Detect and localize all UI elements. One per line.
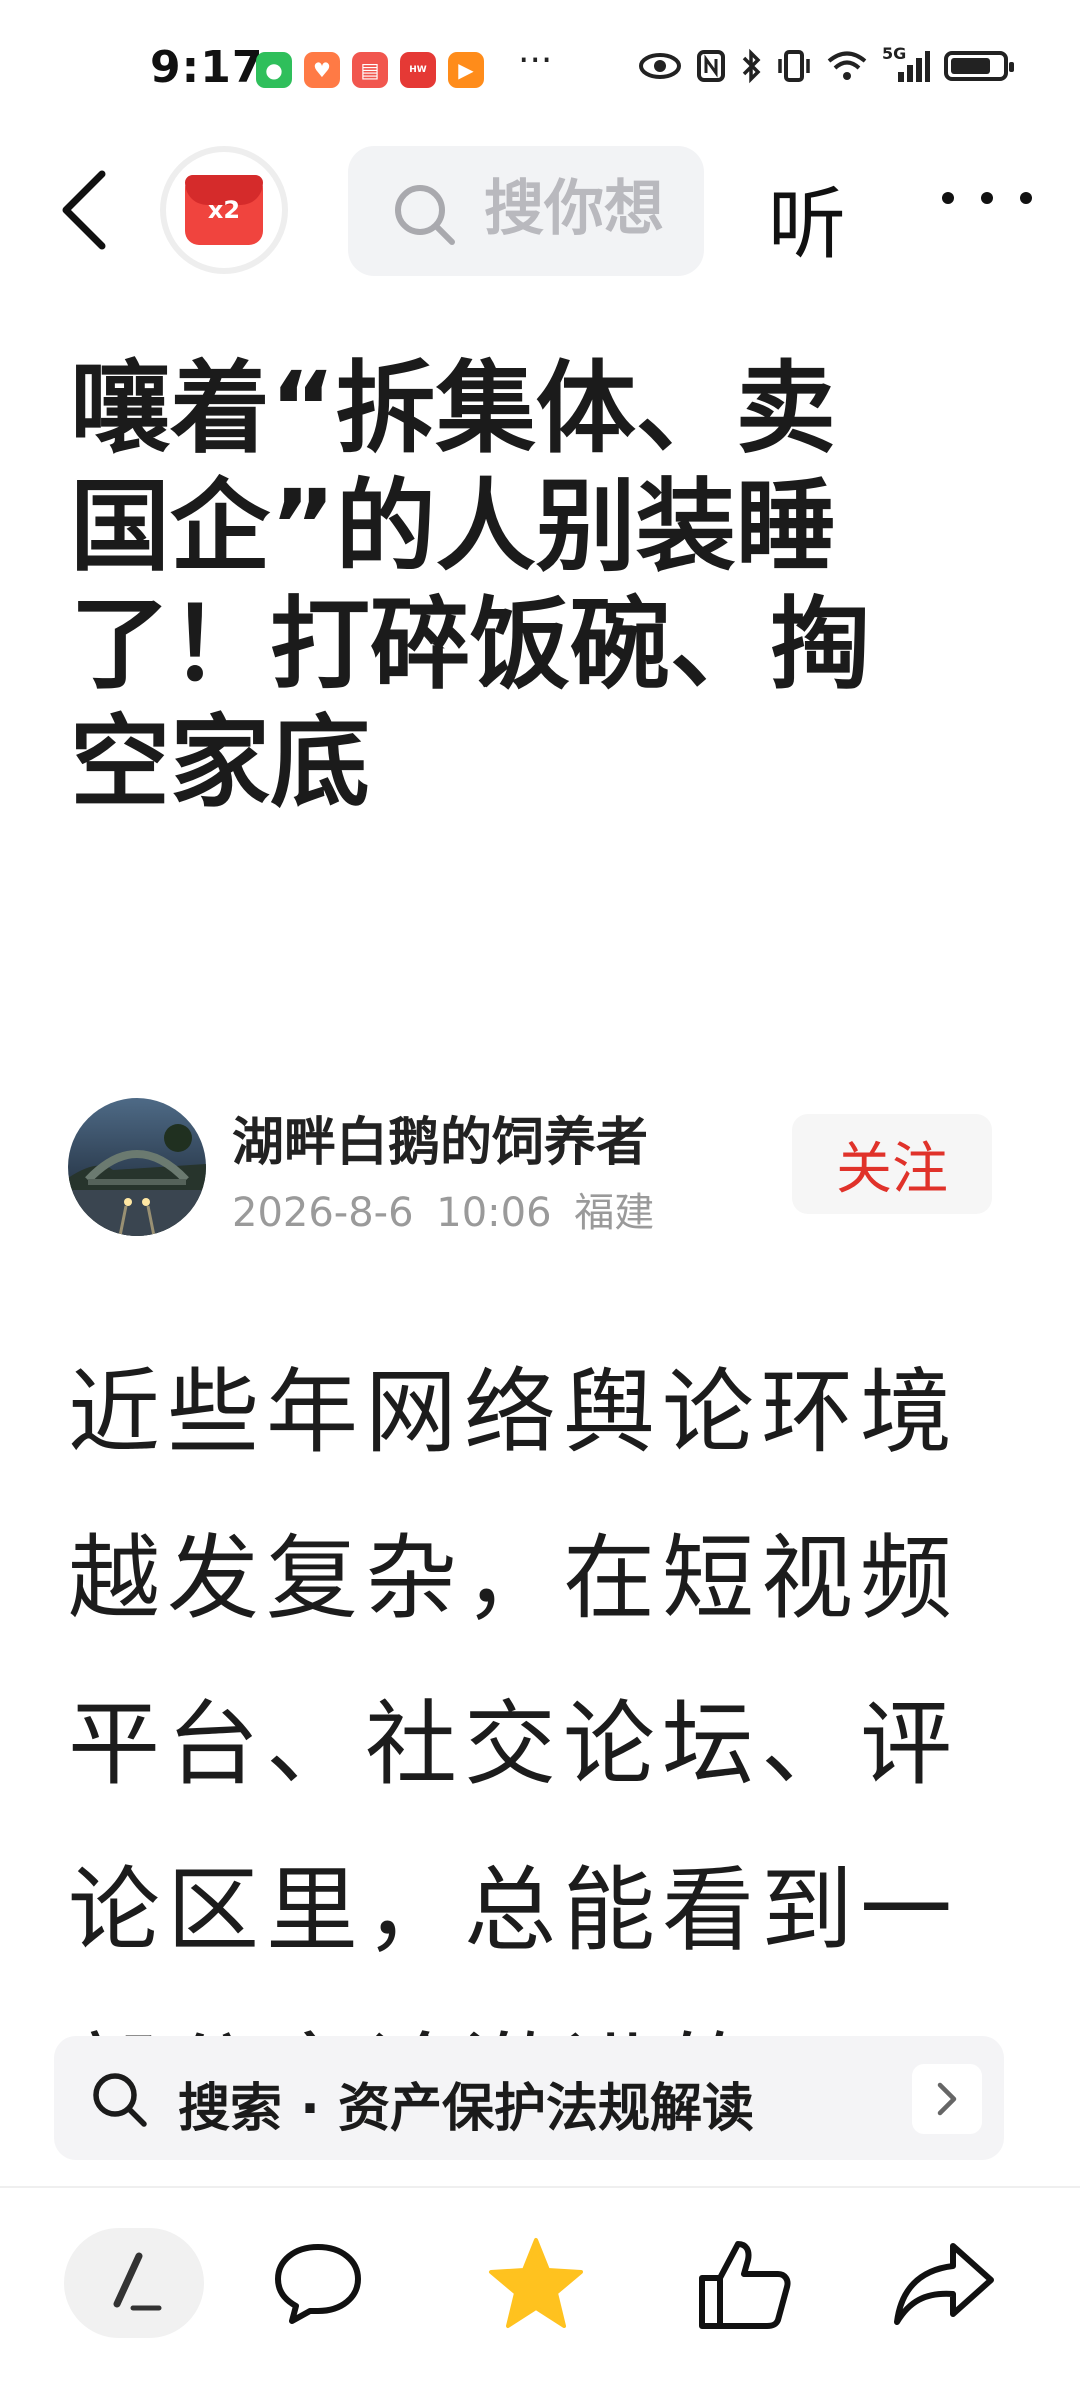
cellular-signal-icon: 5G	[882, 44, 930, 84]
post-meta: 2026-8-6 10:06 福建	[232, 1180, 654, 1238]
related-search-text: 搜索 · 资产保护法规解读	[178, 2079, 754, 2139]
write-comment-button[interactable]	[64, 2228, 204, 2338]
follow-button[interactable]: 关注	[792, 1114, 992, 1214]
body-line: 论区里，总能看到一	[68, 1857, 960, 1964]
post-date: 2026-8-6	[232, 1190, 414, 1236]
wechat-icon: ●	[256, 52, 292, 88]
health-icon: ♥	[304, 52, 340, 88]
red-packet-icon: x2	[185, 175, 263, 245]
search-icon	[93, 2073, 147, 2127]
nfc-icon	[697, 50, 725, 82]
battery-level	[951, 58, 990, 74]
more-notifications: ···	[518, 40, 553, 81]
title-line: 国企”的人别装睡	[70, 468, 836, 585]
like-button[interactable]	[674, 2224, 814, 2344]
comment-button[interactable]	[248, 2224, 388, 2344]
post-location: 福建	[574, 1190, 655, 1236]
related-search-bar[interactable]: 搜索 · 资产保护法规解读	[54, 2036, 1004, 2160]
body-line: 平台、社交论坛、评	[68, 1691, 960, 1798]
notification-icons: ● ♥ ▤ HW ▶	[256, 52, 484, 88]
back-button[interactable]	[52, 160, 122, 260]
more-horizontal-icon[interactable]	[942, 168, 1032, 228]
body-line: 越发复杂，在短视频	[68, 1525, 960, 1632]
red-packet-badge: x2	[207, 196, 241, 224]
like-thumb-icon	[699, 2241, 791, 2329]
eye-icon	[639, 53, 681, 79]
reader-icon: ▤	[352, 52, 388, 88]
chevron-left-icon	[62, 170, 106, 250]
bluetooth-icon	[742, 48, 761, 84]
search-bar[interactable]	[348, 146, 704, 276]
vibrate-icon	[778, 50, 810, 82]
status-bar: 9:17 ● ♥ ▤ HW ▶ ··· 5G	[0, 0, 1080, 130]
video-icon: ▶	[448, 52, 484, 88]
wifi-icon	[827, 51, 867, 80]
favorite-button[interactable]	[466, 2224, 606, 2344]
status-time: 9:17	[150, 42, 264, 93]
pen-icon	[113, 2252, 162, 2311]
author-name[interactable]: 湖畔白鹅的饲养者	[232, 1100, 648, 1175]
post-time: 10:06	[436, 1190, 552, 1236]
search-input[interactable]	[484, 174, 684, 244]
huawei-icon: HW	[400, 52, 436, 88]
title-line: 空家底	[70, 704, 370, 821]
chevron-right-icon[interactable]	[912, 2064, 982, 2134]
title-line: 了！打碎饭碗、掏	[70, 586, 870, 703]
share-button[interactable]	[874, 2224, 1014, 2344]
favorite-star-icon	[489, 2238, 583, 2328]
search-icon	[395, 185, 455, 245]
system-icons: 5G	[638, 44, 1014, 84]
title-line: 嚷着“拆集体、卖	[70, 350, 836, 467]
comment-icon	[275, 2244, 361, 2324]
author-avatar[interactable]	[68, 1098, 206, 1236]
bottom-toolbar	[0, 2186, 1080, 2402]
share-icon	[894, 2243, 994, 2325]
article-title: 嚷着“拆集体、卖 国企”的人别装睡 了！打碎饭碗、掏 空家底	[70, 350, 1010, 822]
red-packet-button[interactable]: x2	[160, 146, 288, 274]
battery-icon	[944, 51, 1014, 81]
listen-button[interactable]: 听	[768, 162, 846, 274]
body-line: 近些年网络舆论环境	[68, 1359, 960, 1466]
